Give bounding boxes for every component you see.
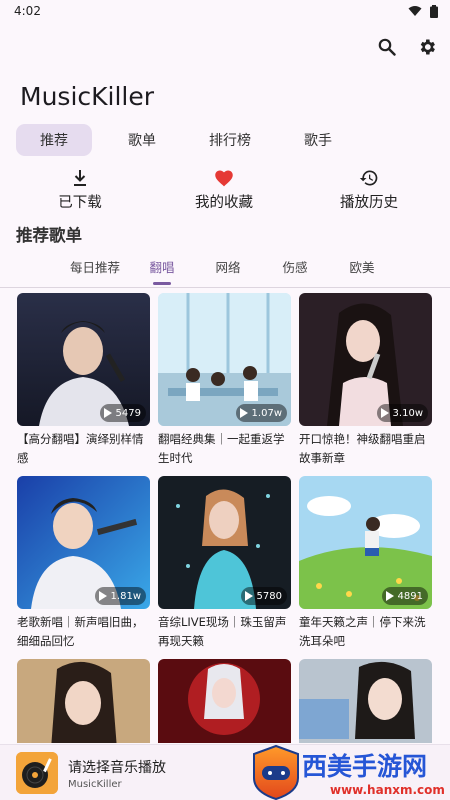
search-icon <box>378 38 396 56</box>
playlist-card[interactable]: 4891 童年天籁之声｜停下来洗洗耳朵吧 <box>299 476 432 651</box>
play-icon <box>239 408 248 418</box>
album-art <box>16 752 58 794</box>
player-subtitle: MusicKiller <box>68 779 122 790</box>
category-tabs: 每日推荐 翻唱 网络 伤感 欧美 <box>0 252 450 288</box>
history-button[interactable]: 播放历史 <box>314 168 424 212</box>
playlist-cover: 4891 <box>299 476 432 609</box>
play-icon <box>380 408 389 418</box>
tab-recommend[interactable]: 推荐 <box>16 124 92 156</box>
watermark-url: www.hanxm.com <box>330 783 445 797</box>
play-count: 4891 <box>381 587 428 605</box>
subtab-sad[interactable]: 伤感 <box>263 257 327 276</box>
playlist-title: 开口惊艳！神级翻唱重启故事新章 <box>299 432 426 465</box>
battery-icon <box>430 4 438 18</box>
settings-button[interactable] <box>414 34 440 60</box>
downloaded-button[interactable]: 已下载 <box>25 168 135 212</box>
playlist-title: 音综LIVE现场｜珠玉留声再现天籁 <box>158 615 287 648</box>
tab-playlists[interactable]: 歌单 <box>104 124 180 156</box>
playlist-cover <box>299 659 432 743</box>
playlist-cover: 3.10w <box>299 293 432 426</box>
active-tab-indicator <box>153 282 171 285</box>
vinyl-icon <box>16 752 58 794</box>
playlist-card[interactable]: 5780 音综LIVE现场｜珠玉留声再现天籁 <box>158 476 291 651</box>
playlist-card[interactable]: 1.81w 老歌新唱｜新声唱旧曲，细细品回忆 <box>17 476 150 651</box>
play-count: 5479 <box>99 404 146 422</box>
search-button[interactable] <box>374 34 400 60</box>
playlist-card[interactable]: 3.10w 开口惊艳！神级翻唱重启故事新章 <box>299 293 432 468</box>
main-tabs: 推荐 歌单 排行榜 歌手 <box>16 124 368 156</box>
download-icon <box>74 170 86 186</box>
favorites-button[interactable]: 我的收藏 <box>169 168 279 212</box>
playlist-title: 【高分翻唱】演绎别样情感 <box>17 432 144 465</box>
play-icon <box>244 591 253 601</box>
playlist-cover <box>158 659 291 743</box>
subtab-internet[interactable]: 网络 <box>196 257 260 276</box>
playlist-card[interactable] <box>299 659 432 743</box>
history-icon <box>359 170 378 186</box>
play-icon <box>98 591 107 601</box>
playlist-card[interactable] <box>17 659 150 743</box>
play-count: 1.81w <box>94 587 146 605</box>
playlist-card[interactable]: 5479 【高分翻唱】演绎别样情感 <box>17 293 150 468</box>
status-bar: 4:02 <box>0 0 450 22</box>
playlist-card[interactable]: 1.07w 翻唱经典集｜一起重返学生时代 <box>158 293 291 468</box>
playlist-cover: 5780 <box>158 476 291 609</box>
divider <box>0 287 450 288</box>
tab-artists[interactable]: 歌手 <box>280 124 356 156</box>
subtab-daily[interactable]: 每日推荐 <box>63 257 127 276</box>
playlist-title: 老歌新唱｜新声唱旧曲，细细品回忆 <box>17 615 144 648</box>
tab-charts[interactable]: 排行榜 <box>192 124 268 156</box>
status-time: 4:02 <box>14 4 41 18</box>
play-count: 3.10w <box>376 404 428 422</box>
section-title: 推荐歌单 <box>16 226 82 245</box>
playlist-cover <box>17 659 150 743</box>
playlist-grid: 5479 【高分翻唱】演绎别样情感 1.07w 翻唱经典集｜一起重返学生时代 3… <box>17 293 437 743</box>
play-count: 5780 <box>240 587 287 605</box>
play-icon <box>103 408 112 418</box>
playlist-title: 童年天籁之声｜停下来洗洗耳朵吧 <box>299 615 426 648</box>
playlist-cover: 5479 <box>17 293 150 426</box>
wifi-icon <box>408 6 422 16</box>
subtab-covers[interactable]: 翻唱 <box>130 257 194 276</box>
watermark-text: 西美手游网 <box>302 752 427 781</box>
play-count: 1.07w <box>235 404 287 422</box>
heart-icon <box>215 170 233 187</box>
subtab-western[interactable]: 欧美 <box>330 257 394 276</box>
quick-actions: 已下载 我的收藏 播放历史 <box>0 168 450 216</box>
app-title: MusicKiller <box>20 82 155 111</box>
watermark: 西美手游网 www.hanxm.com <box>246 744 446 800</box>
gear-icon <box>420 39 435 55</box>
playlist-cover: 1.81w <box>17 476 150 609</box>
playlist-cover: 1.07w <box>158 293 291 426</box>
playlist-card[interactable] <box>158 659 291 743</box>
play-icon <box>385 591 394 601</box>
player-title: 请选择音乐播放 <box>68 760 166 776</box>
playlist-title: 翻唱经典集｜一起重返学生时代 <box>158 432 285 465</box>
